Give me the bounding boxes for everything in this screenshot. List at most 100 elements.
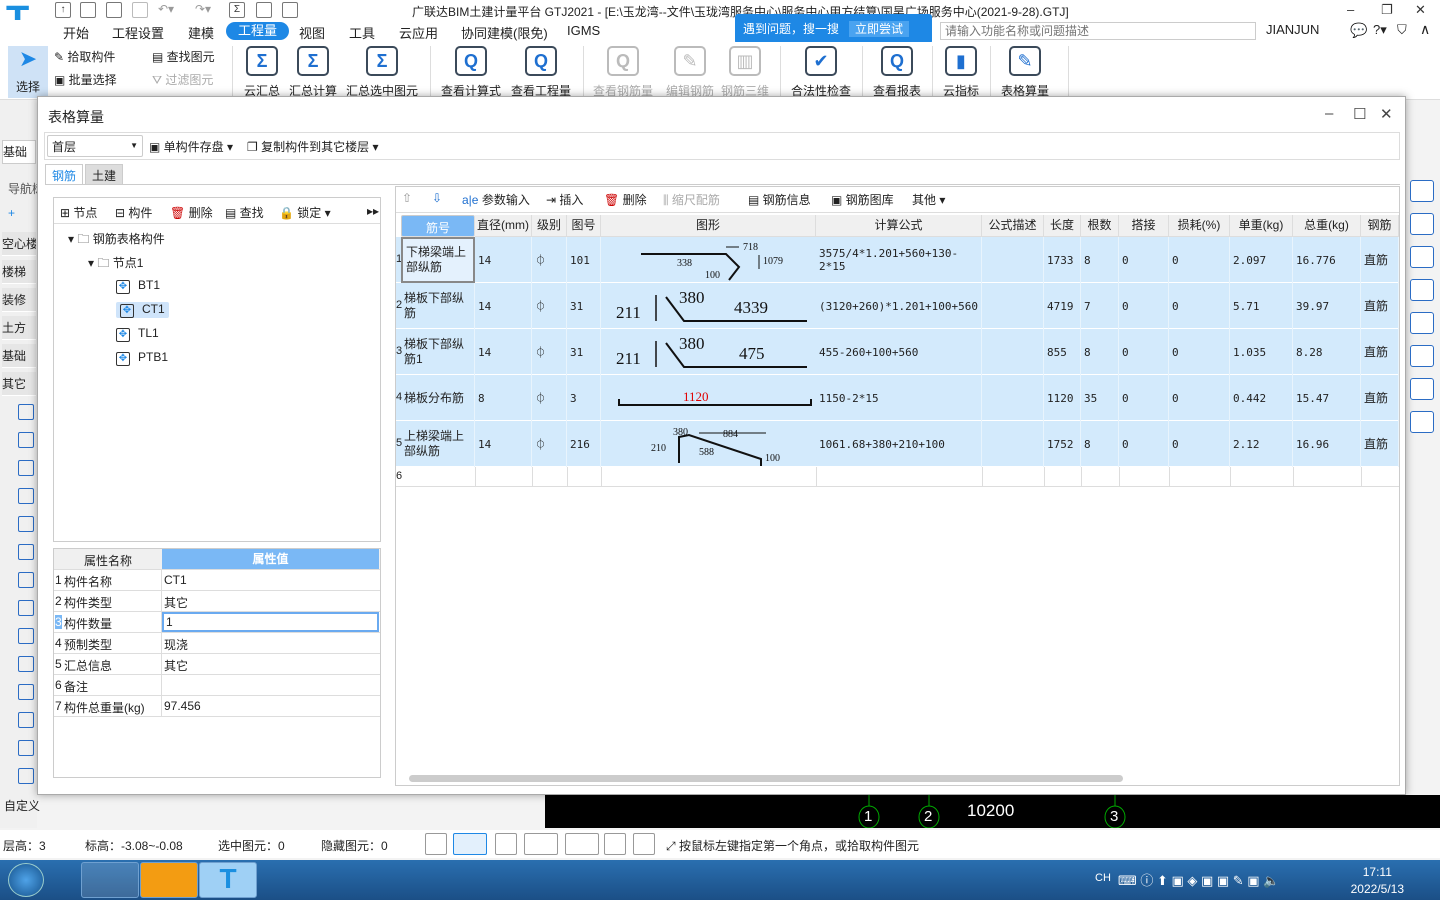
cell-grade[interactable]: ⏀ [532,237,567,283]
component-type-icon[interactable] [18,656,34,672]
browser-taskbar-button[interactable] [140,862,198,898]
column-header[interactable]: 公式描述 [982,215,1044,237]
ribbon-button-0[interactable]: Σ 云汇总 [244,46,280,99]
tray-icons[interactable]: ⌨ ⓘ ⬆ ▣ ◈ ▣ ▣ ✎ ▣ 🔈 [1118,870,1279,889]
menu-project-settings[interactable]: 工程设置 [112,23,164,42]
add-component-button[interactable]: ⊟ 构件 [115,204,152,221]
tree-item[interactable]: ✥ TL1 [116,326,159,342]
ribbon-button-8[interactable]: ✔ 合法性检查 [791,46,851,99]
menu-collab[interactable]: 协同建模(限免) [461,23,548,42]
component-type-icon[interactable] [18,544,34,560]
cell-fig[interactable]: 101 [567,237,601,283]
gtj-taskbar-button[interactable]: T [199,862,257,898]
redo-icon[interactable]: ↷▾ [195,2,211,16]
cell-count[interactable]: 7 [1081,283,1119,329]
delete-button[interactable]: 🗑 删除 [170,204,213,221]
property-value[interactable]: 现浇 [164,636,188,653]
collapse-ribbon-icon[interactable]: ∧ [1420,21,1430,38]
cell-dia[interactable]: 8 [475,375,532,421]
column-header[interactable]: 总重(kg) [1293,215,1361,237]
ribbon-button-7[interactable]: ▥ 钢筋三维 [721,46,769,99]
cell-unit[interactable]: 1.035 [1230,329,1293,375]
cell-type[interactable]: 直筋 [1361,237,1399,283]
property-row[interactable]: 4 预制类型 现浇 [54,633,380,654]
folder-icon[interactable] [106,2,122,18]
ribbon-button-10[interactable]: ▮ 云指标 [943,46,979,99]
cell-count[interactable]: 8 [1081,237,1119,283]
cell-name[interactable]: 下梯梁端上部纵筋 [401,237,475,283]
component-type-icon[interactable] [18,488,34,504]
cell-len[interactable]: 1752 [1044,421,1081,467]
cell-formula[interactable]: (3120+260)*1.201+100+560 [816,283,982,329]
cell-count[interactable]: 8 [1081,329,1119,375]
dialog-close-button[interactable]: ✕ [1380,105,1393,123]
ribbon-button-4[interactable]: Q 查看工程量 [511,46,571,99]
table-row[interactable]: 1 下梯梁端上部纵筋 14 ⏀ 101 3575/4*1.201+560+130-2*15… [396,237,1399,283]
help-icon[interactable]: ?▾ [1373,22,1387,38]
property-row[interactable]: 1 构件名称 CT1 [54,570,380,591]
cell-desc[interactable] [982,283,1044,329]
menu-tools[interactable]: 工具 [349,23,375,42]
copy-to-floor-button[interactable]: ❐ 复制构件到其它楼层 ▾ [247,138,378,155]
rebar-info-button[interactable]: ▤ 钢筋信息 [748,191,811,208]
view-tool-icon[interactable] [1410,279,1434,301]
cell-type[interactable]: 直筋 [1361,421,1399,467]
tab-rebar[interactable]: 钢筋 [45,164,84,184]
ribbon-button-9[interactable]: Q 查看报表 [873,46,921,99]
cell-name[interactable]: 上梯梁端上部纵筋 [401,421,475,467]
cell-unit[interactable]: 2.097 [1230,237,1293,283]
cell-name[interactable]: 梯板下部纵筋 [401,283,475,329]
ribbon-button-6[interactable]: ✎ 编辑钢筋 [666,46,714,99]
cell-len[interactable]: 855 [1044,329,1081,375]
view-tool-icon[interactable] [1410,213,1434,235]
cell-dia[interactable]: 14 [475,237,532,283]
cell-desc[interactable] [982,421,1044,467]
property-value[interactable]: 97.456 [164,699,201,713]
tree-item[interactable]: ✥ CT1 [116,302,169,318]
cell-loss[interactable]: 0 [1169,421,1230,467]
property-row[interactable]: 6 备注 [54,675,380,696]
column-header[interactable]: 直径(mm) [475,215,532,237]
lang-indicator[interactable]: CH [1095,872,1111,884]
cell-loss[interactable]: 0 [1169,375,1230,421]
cell-loss[interactable]: 0 [1169,283,1230,329]
angle-button[interactable] [524,833,558,855]
cell-fig[interactable]: 31 [567,283,601,329]
skin-icon[interactable]: ⛉ [1397,22,1407,38]
cell-formula[interactable]: 1150-2*15 [816,375,982,421]
column-header[interactable]: 损耗(%) [1169,215,1230,237]
cell-lap[interactable]: 0 [1119,237,1169,283]
save-component-button[interactable]: ▣ 单构件存盘 ▾ [149,138,233,155]
find-element-button[interactable]: ▤ 查找图元 [152,48,215,65]
minimize-button[interactable]: – [1347,2,1354,17]
cell-grade[interactable]: ⏀ [532,375,567,421]
component-type-icon[interactable] [18,768,34,784]
table-row[interactable]: 5 上梯梁端上部纵筋 14 ⏀ 216 1061.68+380+210+100 1752 8 0… [396,421,1399,467]
dim-button[interactable] [565,833,599,855]
cell-len[interactable]: 4719 [1044,283,1081,329]
nav-item[interactable]: 装修 [2,288,36,312]
cell-count[interactable]: 35 [1081,375,1119,421]
more-icon[interactable]: ▸▸ [367,204,379,218]
undo-icon[interactable]: ↶▾ [158,2,174,16]
property-row[interactable]: 2 构件类型 其它 [54,591,380,612]
other-menu-button[interactable]: 其他 ▾ [912,191,945,208]
display-button[interactable] [604,833,626,855]
component-type-icon[interactable] [18,740,34,756]
cell-total[interactable]: 8.28 [1293,329,1361,375]
column-header[interactable]: 单重(kg) [1230,215,1293,237]
ribbon-button-11[interactable]: ✎ 表格算量 [1001,46,1049,99]
cell-loss[interactable]: 0 [1169,237,1230,283]
component-type-icon[interactable] [18,628,34,644]
cell-unit[interactable]: 0.442 [1230,375,1293,421]
property-value[interactable]: 其它 [164,594,188,611]
horizontal-scrollbar[interactable] [409,775,1123,782]
column-header[interactable]: 级别 [532,215,567,237]
cell-lap[interactable]: 0 [1119,283,1169,329]
tree-item[interactable]: ✥ PTB1 [116,350,168,366]
nav-custom[interactable]: 自定义 [4,797,40,814]
component-type-icon[interactable] [18,572,34,588]
add-icon[interactable]: + [8,206,15,220]
cell-desc[interactable] [982,375,1044,421]
arc-button[interactable] [633,833,655,855]
